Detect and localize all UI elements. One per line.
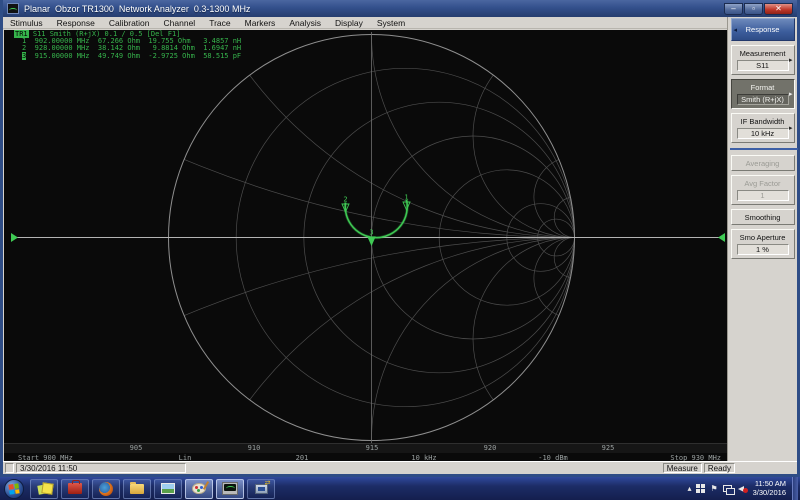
softkey-if-bandwidth[interactable]: IF Bandwidth 10 kHz ▸ [731, 113, 795, 143]
menu-analysis[interactable]: Analysis [282, 18, 328, 28]
explorer-folder-icon[interactable] [123, 479, 151, 499]
window-title: Planar Obzor TR1300 Network Analyzer 0.3… [24, 4, 250, 14]
menu-markers[interactable]: Markers [238, 18, 283, 28]
hidden-icons-arrow[interactable]: ▴ [687, 484, 691, 493]
action-center-flag-icon[interactable]: ⚑ [710, 484, 717, 493]
show-desktop-button[interactable] [792, 477, 798, 500]
softkey-avg-factor[interactable]: Avg Factor 1 [731, 175, 795, 205]
paint-icon[interactable] [185, 479, 213, 499]
menu-trace[interactable]: Trace [202, 18, 237, 28]
softkey-response[interactable]: ◂ Response [731, 18, 795, 41]
toolbox-icon[interactable] [61, 479, 89, 499]
status-bar: 3/30/2016 11:50 Measure Ready [3, 461, 797, 474]
menu-stimulus[interactable]: Stimulus [3, 18, 50, 28]
menu-calibration[interactable]: Calibration [102, 18, 157, 28]
taskbar-clock[interactable]: 11:50 AM 3/30/2016 [753, 480, 786, 497]
close-button[interactable]: ✕ [764, 3, 793, 15]
smith-chart: 1 2 3 [4, 30, 727, 461]
tr1300-analyzer-icon[interactable] [216, 479, 244, 499]
status-icon [5, 463, 14, 473]
taskbar: ▴ ⚑ 11:50 AM 3/30/2016 [0, 477, 800, 500]
tick-910: 910 [248, 444, 261, 452]
title-bar: Planar Obzor TR1300 Network Analyzer 0.3… [3, 0, 797, 17]
smith-grid [4, 30, 727, 461]
trace-readout: TR1 S11 Smith (R+jX) 0.1 / 0.5 [Del F1] … [14, 31, 241, 60]
menu-display[interactable]: Display [328, 18, 370, 28]
softkey-smo-aperture[interactable]: Smo Aperture 1 % [731, 229, 795, 259]
left-reference-arrow-icon [11, 233, 18, 242]
sticky-notes-icon[interactable] [30, 479, 58, 499]
menu-bar: Stimulus Response Calibration Channel Tr… [3, 17, 727, 29]
chevron-left-icon: ◂ [734, 26, 738, 34]
right-reference-arrow-icon [718, 233, 725, 242]
dual-display-icon[interactable] [723, 485, 733, 493]
smith-chart-plot-area: 1 2 3 TR1 S11 Smith (R+jX) 0.1 / 0.5 [Del … [4, 30, 727, 461]
firefox-icon[interactable] [92, 479, 120, 499]
volume-muted-icon[interactable] [738, 484, 748, 493]
remote-desktop-icon[interactable] [247, 479, 275, 499]
chevron-right-icon: ▸ [789, 90, 793, 98]
tick-920: 920 [484, 444, 497, 452]
chevron-right-icon: ▸ [789, 124, 793, 132]
status-mode: Measure [663, 463, 702, 473]
marker-readout-row-3: 3 915.00000 MHz 49.749 Ohm -2.9725 Ohm 5… [14, 53, 241, 60]
softkey-measurement[interactable]: Measurement S11 ▸ [731, 45, 795, 75]
softkey-averaging[interactable]: Averaging [731, 155, 795, 171]
softkey-panel: ◂ Response Measurement S11 ▸ Format Smit… [727, 17, 797, 461]
menu-channel[interactable]: Channel [157, 18, 203, 28]
softkey-smoothing[interactable]: Smoothing [731, 209, 795, 225]
menu-system[interactable]: System [370, 18, 412, 28]
svg-text:3: 3 [369, 229, 373, 237]
chevron-right-icon: ▸ [789, 56, 793, 64]
status-state: Ready [704, 463, 735, 473]
softkey-separator [730, 148, 798, 150]
s11-trace [345, 200, 407, 238]
network-grid-icon[interactable] [696, 484, 705, 493]
app-icon [7, 3, 19, 14]
trace-marker-3[interactable]: 3 [368, 229, 375, 246]
svg-text:1: 1 [404, 194, 408, 202]
system-tray: ▴ ⚑ 11:50 AM 3/30/2016 [687, 477, 798, 500]
status-datetime: 3/30/2016 11:50 [16, 463, 186, 473]
maximize-button[interactable]: ▫ [744, 3, 763, 15]
s11-trace-glow [345, 200, 407, 238]
windows-logo-icon [8, 483, 19, 494]
tick-915: 915 [366, 444, 379, 452]
menu-response[interactable]: Response [50, 18, 102, 28]
svg-text:2: 2 [343, 196, 347, 204]
tick-925: 925 [602, 444, 615, 452]
minimize-button[interactable]: – [724, 3, 743, 15]
image-viewer-icon[interactable] [154, 479, 182, 499]
start-button[interactable] [4, 479, 24, 499]
tick-905: 905 [130, 444, 143, 452]
softkey-format[interactable]: Format Smith (R+jX) ▸ [731, 79, 795, 109]
app-window: Planar Obzor TR1300 Network Analyzer 0.3… [0, 0, 800, 477]
